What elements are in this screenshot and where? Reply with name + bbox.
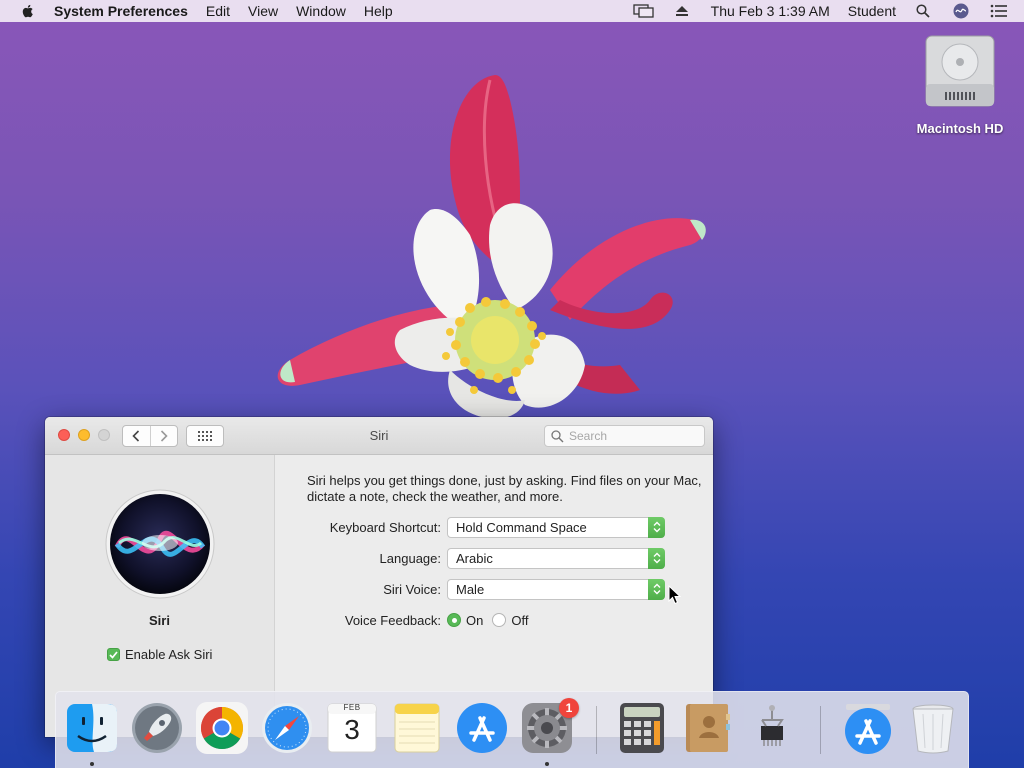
search-icon <box>551 429 564 442</box>
wallpaper-flower <box>277 75 706 419</box>
window-titlebar[interactable]: Siri <box>45 417 713 455</box>
chrome-icon <box>196 702 248 754</box>
keyboard-shortcut-value: Hold Command Space <box>456 519 587 535</box>
dock-safari[interactable] <box>259 700 315 758</box>
show-all-button[interactable] <box>186 425 224 447</box>
dock: FEB 3 1 <box>55 691 969 768</box>
apple-icon[interactable] <box>20 3 36 19</box>
macintosh-hd-desktop-icon[interactable]: Macintosh HD <box>906 32 1014 136</box>
siri-description: Siri helps you get things done, just by … <box>307 473 702 504</box>
menu-user[interactable]: Student <box>848 3 896 19</box>
siri-icon[interactable] <box>950 3 972 19</box>
system-information-chip-icon <box>761 705 784 746</box>
dock-app-store[interactable] <box>454 700 510 758</box>
app-store-icon <box>457 703 507 753</box>
hard-drive-icon <box>925 35 995 107</box>
siri-voice-popup[interactable]: Male <box>447 578 665 600</box>
search-field[interactable] <box>544 425 705 447</box>
desktop: System Preferences Edit View Window Help… <box>0 0 1024 768</box>
popup-arrows-icon <box>648 578 665 600</box>
notes-icon <box>394 703 440 753</box>
menu-view[interactable]: View <box>248 3 278 19</box>
display-mirroring-icon[interactable] <box>633 3 655 19</box>
voice-feedback-off-label[interactable]: Off <box>511 613 528 628</box>
notification-badge: 1 <box>559 698 579 718</box>
dock-contacts[interactable] <box>679 700 735 758</box>
notification-center-icon[interactable] <box>988 3 1010 19</box>
menu-window[interactable]: Window <box>296 3 346 19</box>
system-preferences-running-indicator <box>545 762 549 766</box>
language-label: Language: <box>379 550 441 566</box>
dock-google-chrome[interactable] <box>194 700 250 758</box>
forward-button[interactable] <box>149 426 178 446</box>
language-value: Arabic <box>456 550 493 566</box>
finder-icon <box>67 704 117 752</box>
voice-feedback-radio-group: On Off <box>447 613 537 628</box>
popup-arrows-icon <box>648 516 665 538</box>
voice-feedback-on-label[interactable]: On <box>466 613 483 628</box>
trash-icon <box>912 704 954 754</box>
voice-feedback-off-radio[interactable] <box>492 613 507 627</box>
calculator-icon <box>620 703 664 753</box>
menu-app-name[interactable]: System Preferences <box>54 3 188 19</box>
search-input[interactable] <box>569 429 699 443</box>
dock-app-store-stack[interactable] <box>840 700 896 758</box>
siri-voice-value: Male <box>456 581 485 597</box>
popup-arrows-icon <box>648 547 665 569</box>
dock-system-preferences[interactable]: 1 <box>519 698 579 758</box>
keyboard-shortcut-row: Keyboard Shortcut: Hold Command Space <box>275 516 713 538</box>
dock-trash[interactable] <box>905 700 961 758</box>
dock-calculator[interactable] <box>614 700 670 758</box>
siri-name-label: Siri <box>149 613 170 628</box>
eject-icon[interactable] <box>671 3 693 19</box>
keyboard-shortcut-label: Keyboard Shortcut: <box>329 519 441 535</box>
voice-feedback-on-radio[interactable] <box>447 613 461 627</box>
launchpad-rocket-icon <box>132 703 182 753</box>
language-popup[interactable]: Arabic <box>447 547 665 569</box>
dock-finder[interactable] <box>64 700 120 758</box>
language-row: Language: Arabic <box>275 547 713 569</box>
dock-notes[interactable] <box>389 700 445 758</box>
dock-launchpad[interactable] <box>129 700 185 758</box>
minimize-button[interactable] <box>78 429 90 441</box>
grid-icon <box>198 431 212 441</box>
voice-feedback-row: Voice Feedback: On Off <box>275 609 713 631</box>
chevron-right-icon <box>160 430 168 442</box>
contacts-book-icon <box>686 704 730 752</box>
calendar-month: FEB <box>343 703 361 712</box>
keyboard-shortcut-popup[interactable]: Hold Command Space <box>447 516 665 538</box>
checkmark-icon <box>109 650 118 659</box>
siri-voice-row: Siri Voice: Male <box>275 578 713 600</box>
voice-feedback-label: Voice Feedback: <box>344 612 441 628</box>
menu-bar-status-area: Thu Feb 3 1:39 AM Student <box>617 0 1024 22</box>
dock-calendar[interactable]: FEB 3 <box>324 700 380 758</box>
dock-separator <box>596 706 597 754</box>
close-button[interactable] <box>58 429 70 441</box>
back-button[interactable] <box>123 426 150 446</box>
spotlight-icon[interactable] <box>912 3 934 19</box>
back-forward-buttons <box>122 425 178 447</box>
menu-help[interactable]: Help <box>364 3 393 19</box>
menu-bar: System Preferences Edit View Window Help… <box>0 0 1024 22</box>
zoom-button[interactable] <box>98 429 110 441</box>
dock-system-information[interactable] <box>744 700 800 758</box>
dock-separator <box>820 706 821 754</box>
siri-preferences-window: Siri Search Siri Enable Ask Siri Siri he… <box>45 417 713 737</box>
safari-compass-icon <box>262 703 312 753</box>
siri-voice-label: Siri Voice: <box>383 581 441 597</box>
finder-running-indicator <box>90 762 94 766</box>
chevron-left-icon <box>132 430 140 442</box>
enable-ask-siri-checkbox[interactable] <box>107 648 120 661</box>
calendar-day: 3 <box>344 714 360 745</box>
macintosh-hd-label: Macintosh HD <box>916 121 1004 136</box>
app-store-icon <box>845 704 891 754</box>
enable-ask-siri-checkbox-row[interactable]: Enable Ask Siri <box>107 647 212 662</box>
menu-clock[interactable]: Thu Feb 3 1:39 AM <box>711 3 830 19</box>
siri-orb-icon <box>105 489 215 599</box>
mouse-cursor-icon <box>668 585 682 605</box>
menu-edit[interactable]: Edit <box>206 3 230 19</box>
enable-ask-siri-label: Enable Ask Siri <box>125 647 213 662</box>
